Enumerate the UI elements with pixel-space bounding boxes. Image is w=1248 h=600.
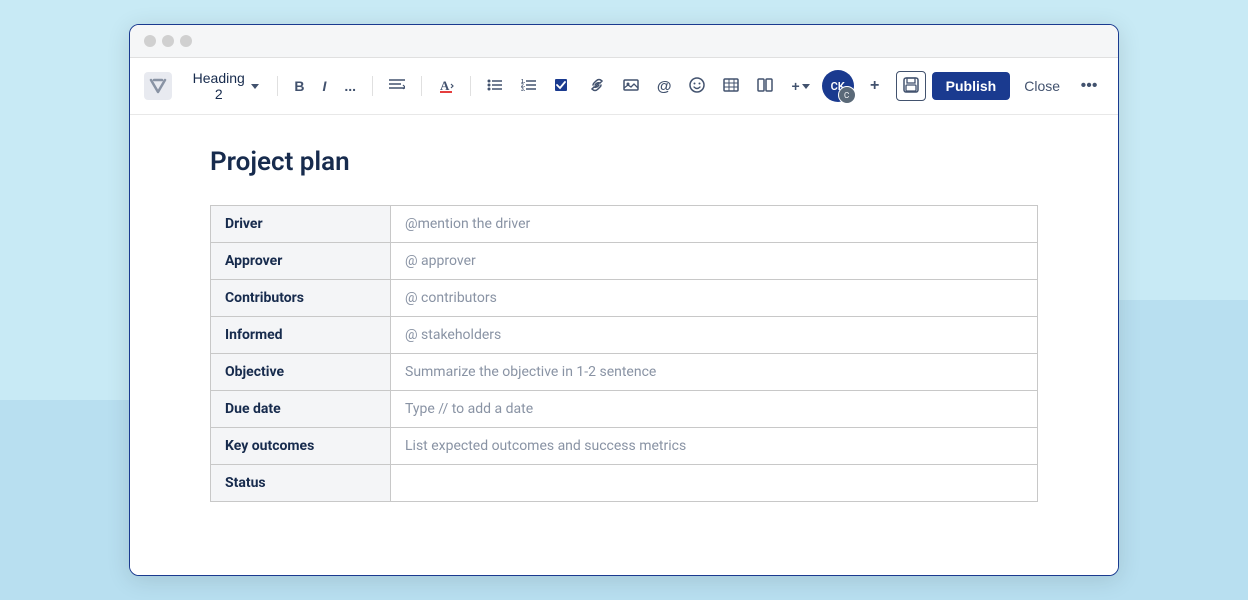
table-label-cell: Contributors: [211, 280, 391, 317]
table-row: ObjectiveSummarize the objective in 1-2 …: [211, 354, 1038, 391]
bold-icon: B: [294, 78, 304, 94]
add-collaborator-button[interactable]: +: [860, 71, 890, 101]
numbered-list-button[interactable]: 1. 2. 3.: [515, 74, 543, 99]
emoji-button[interactable]: [683, 73, 711, 100]
table-value-cell[interactable]: Summarize the objective in 1-2 sentence: [391, 354, 1038, 391]
table-label-cell: Informed: [211, 317, 391, 354]
add-collaborator-icon: +: [870, 77, 879, 95]
more-options-icon: •••: [1081, 77, 1098, 95]
table-row: Contributors@ contributors: [211, 280, 1038, 317]
align-button[interactable]: [383, 74, 411, 99]
content-area: Project plan Driver@mention the driverAp…: [130, 115, 1118, 575]
image-button[interactable]: [617, 74, 645, 99]
table-value-cell[interactable]: @ contributors: [391, 280, 1038, 317]
titlebar-dot-3: [180, 35, 192, 47]
bold-button[interactable]: B: [288, 74, 310, 98]
divider-4: [470, 76, 471, 96]
insert-more-button[interactable]: +: [785, 74, 815, 98]
titlebar: [130, 25, 1118, 58]
table-label-cell: Approver: [211, 243, 391, 280]
heading-label: Heading 2: [190, 70, 247, 102]
divider-1: [277, 76, 278, 96]
link-button[interactable]: [583, 74, 611, 99]
more-options-button[interactable]: •••: [1074, 71, 1104, 101]
save-button[interactable]: [896, 71, 926, 101]
align-icon: [389, 78, 405, 95]
table-value-cell[interactable]: @ approver: [391, 243, 1038, 280]
toolbar-right: CK C + Publish Close •••: [822, 70, 1104, 102]
table-value-cell[interactable]: Type // to add a date: [391, 391, 1038, 428]
image-icon: [623, 78, 639, 95]
font-color-button[interactable]: A: [432, 73, 460, 100]
mention-icon: @: [657, 78, 672, 95]
table-row: Key outcomesList expected outcomes and s…: [211, 428, 1038, 465]
task-list-button[interactable]: [549, 74, 577, 99]
table-row: Approver@ approver: [211, 243, 1038, 280]
save-icon: [903, 77, 919, 96]
more-text-button[interactable]: ...: [338, 74, 362, 98]
table-value-cell[interactable]: [391, 465, 1038, 502]
heading-chevron-icon: [251, 84, 259, 89]
numbered-list-icon: 1. 2. 3.: [521, 78, 537, 95]
table-label-cell: Due date: [211, 391, 391, 428]
table-label-cell: Status: [211, 465, 391, 502]
table-label-cell: Objective: [211, 354, 391, 391]
task-list-icon: [555, 78, 571, 95]
avatar-wrapper: CK C: [822, 70, 854, 102]
project-table: Driver@mention the driverApprover@ appro…: [210, 205, 1038, 502]
titlebar-dot-2: [162, 35, 174, 47]
table-row: Informed@ stakeholders: [211, 317, 1038, 354]
insert-more-chevron-icon: [802, 84, 810, 89]
bullet-list-button[interactable]: [481, 74, 509, 99]
link-icon: [589, 78, 605, 95]
font-color-icon: A: [438, 77, 454, 96]
table-label-cell: Driver: [211, 206, 391, 243]
table-value-cell[interactable]: @mention the driver: [391, 206, 1038, 243]
insert-more-icon: +: [791, 78, 799, 94]
heading-dropdown[interactable]: Heading 2: [182, 66, 267, 106]
table-row: Due dateType // to add a date: [211, 391, 1038, 428]
bullet-list-icon: [487, 78, 503, 95]
table-label-cell: Key outcomes: [211, 428, 391, 465]
table-value-cell[interactable]: List expected outcomes and success metri…: [391, 428, 1038, 465]
columns-button[interactable]: [751, 74, 779, 99]
italic-icon: I: [323, 78, 327, 94]
table-icon: [723, 78, 739, 95]
titlebar-dot-1: [144, 35, 156, 47]
svg-text:3.: 3.: [521, 87, 526, 92]
app-logo: [144, 72, 172, 100]
table-button[interactable]: [717, 74, 745, 99]
editor-window: Heading 2 B I ... A: [129, 24, 1119, 576]
mention-button[interactable]: @: [651, 74, 678, 99]
italic-button[interactable]: I: [317, 74, 333, 98]
table-row: Driver@mention the driver: [211, 206, 1038, 243]
publish-button[interactable]: Publish: [932, 72, 1011, 100]
page-title: Project plan: [210, 147, 1038, 177]
close-button[interactable]: Close: [1016, 74, 1068, 98]
emoji-icon: [689, 77, 705, 96]
divider-3: [421, 76, 422, 96]
table-row: Status: [211, 465, 1038, 502]
table-value-cell[interactable]: @ stakeholders: [391, 317, 1038, 354]
avatar-sub: C: [838, 86, 856, 104]
columns-icon: [757, 78, 773, 95]
divider-2: [372, 76, 373, 96]
svg-text:A: A: [440, 78, 450, 93]
toolbar: Heading 2 B I ... A: [130, 58, 1118, 115]
more-text-icon: ...: [344, 78, 356, 94]
